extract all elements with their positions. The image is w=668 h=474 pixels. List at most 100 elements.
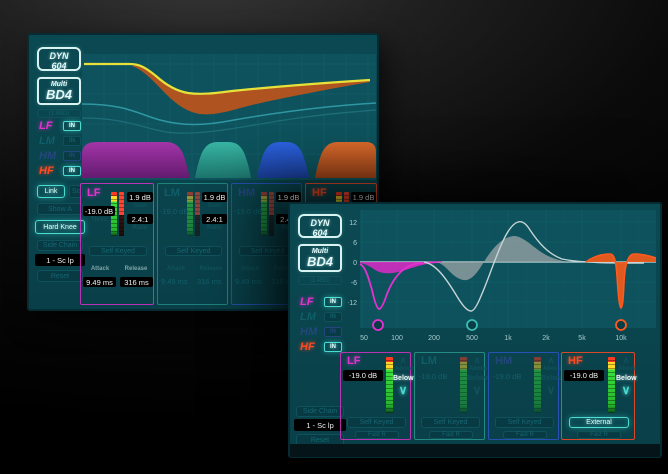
band-in-toggle-hm[interactable]: IN — [63, 151, 81, 161]
key-source-button[interactable]: Self Keyed — [165, 246, 222, 256]
above-label: Above — [618, 366, 634, 372]
fast-release-button[interactable]: Fast R — [577, 431, 621, 439]
below-label: Below — [541, 375, 561, 382]
key-source-button[interactable]: Self Keyed — [495, 417, 554, 428]
attack-label: Attack — [84, 266, 116, 272]
x-tick: 50 — [360, 335, 368, 342]
preset-display[interactable]: (1:4BD) — [37, 109, 81, 118]
band-label-hm: HM — [300, 327, 317, 338]
band-in-toggle-lm[interactable]: IN — [63, 136, 81, 146]
gr-meter — [119, 192, 124, 236]
band-in-toggle-lf[interactable]: IN — [324, 297, 342, 307]
band-in-toggle-hf[interactable]: IN — [63, 166, 81, 176]
below-label: Below — [616, 375, 636, 382]
band-label-hm: HM — [39, 151, 56, 162]
back-strip-lm: LM 1.9 dB Gain 2.4:1 Ratio -19.0 dB Self… — [157, 183, 228, 305]
gain-value[interactable]: 1.9 dB — [127, 192, 153, 202]
chevron-up-icon[interactable]: ∧ — [470, 356, 484, 365]
lf-band-handle[interactable] — [373, 320, 383, 330]
key-source-button[interactable]: Self Keyed — [421, 417, 480, 428]
sc-source-select[interactable]: 1 - Sc lp — [294, 419, 346, 431]
dyn604-logo: DYN 604 — [298, 214, 342, 238]
chevron-up-icon[interactable]: ∧ — [544, 356, 558, 365]
chevron-up-icon[interactable]: ∧ — [396, 356, 410, 365]
sc-source-select[interactable]: 1 - Sc lp — [35, 254, 85, 266]
link-button[interactable]: Link — [37, 185, 65, 198]
release-label: Release — [195, 266, 227, 272]
release-value[interactable]: 316 ms — [120, 277, 153, 287]
fast-release-button[interactable]: Fast R — [355, 431, 399, 439]
ratio-value[interactable]: 2.4:1 — [127, 214, 153, 224]
release-value[interactable]: 316 ms — [197, 277, 222, 286]
above-label: Above — [543, 366, 559, 372]
threshold-value[interactable]: -19.0 dB — [564, 370, 604, 381]
threshold-value[interactable]: -19.0 dB — [83, 206, 115, 216]
attack-value[interactable]: 9.49 ms — [161, 277, 188, 286]
chevron-down-icon[interactable]: ∨ — [619, 384, 633, 396]
level-meter — [534, 357, 541, 413]
chevron-down-icon[interactable]: ∨ — [544, 384, 558, 396]
back-strip-lf: LF 1.9 dB Gain 2.4:1 Ratio -19.0 dB Thre… — [80, 183, 154, 305]
preset-display[interactable]: (1:4BD) — [298, 276, 342, 285]
above-label: Above — [395, 366, 411, 372]
side-chain-button[interactable]: Side Chain — [296, 406, 344, 417]
show-a-button[interactable]: Show A — [37, 203, 83, 215]
level-meter — [460, 357, 467, 413]
threshold-value[interactable]: -19.0 dB — [493, 372, 521, 381]
x-tick: 5k — [578, 335, 586, 342]
band-in-toggle-hm[interactable]: IN — [324, 327, 342, 337]
side-chain-button[interactable]: Side Chain — [37, 240, 83, 251]
hf-band-handle[interactable] — [616, 320, 626, 330]
strip-name: HF — [312, 188, 327, 199]
below-label: Below — [467, 375, 487, 382]
x-tick: 100 — [391, 335, 403, 342]
attack-label: Attack — [160, 266, 192, 272]
x-tick: 500 — [466, 335, 478, 342]
key-source-button[interactable]: Self Keyed — [89, 246, 147, 256]
logo-line2: 604 — [39, 61, 79, 71]
y-tick: 0 — [353, 260, 357, 267]
dyn604-logo: DYN 604 — [37, 47, 81, 71]
threshold-value[interactable]: -19.0 dB — [419, 372, 447, 381]
strip-name: LM — [164, 188, 180, 199]
gain-value[interactable]: 1.9 dB — [351, 192, 376, 202]
strip-name: LM — [421, 356, 437, 367]
gain-value[interactable]: 1.9 dB — [202, 192, 227, 202]
chevron-down-icon[interactable]: ∨ — [470, 384, 484, 396]
reset-button[interactable]: Reset — [37, 270, 83, 282]
band-label-lm: LM — [300, 312, 316, 323]
gain-label: Gain — [127, 203, 153, 209]
strip-name: LF — [87, 188, 100, 199]
front-strip-hm: HM -19.0 dB ∧ Above Below ∨ Self Keyed F… — [488, 352, 559, 440]
attack-value[interactable]: 9.49 ms — [235, 277, 262, 286]
gr-meter — [269, 192, 274, 236]
mid-band-handle[interactable] — [467, 320, 477, 330]
ratio-value[interactable]: 2.4:1 — [202, 214, 227, 224]
fast-release-button[interactable]: Fast R — [429, 431, 473, 439]
key-source-button[interactable]: External — [569, 417, 629, 428]
band-shape-lf[interactable] — [82, 142, 190, 178]
chevron-down-icon[interactable]: ∨ — [396, 384, 410, 396]
hard-knee-button[interactable]: Hard Knee — [35, 220, 85, 234]
threshold-value[interactable]: -19.0 dB — [160, 207, 188, 216]
front-strip-hf: HF -19.0 dB ∧ Above Below ∨ External Fas… — [561, 352, 635, 440]
band-in-toggle-lf[interactable]: IN — [63, 121, 81, 131]
y-axis-labels: 12 6 0 -6 -12 — [348, 220, 357, 307]
band-in-toggle-hf[interactable]: IN — [324, 342, 342, 352]
band-in-toggle-lm[interactable]: IN — [324, 312, 342, 322]
y-tick: 12 — [349, 220, 357, 227]
threshold-value[interactable]: -19.0 dB — [343, 370, 383, 381]
fast-release-button[interactable]: Fast R — [503, 431, 547, 439]
release-label: Release — [120, 266, 152, 272]
threshold-value[interactable]: -19.0 dB — [234, 207, 262, 216]
key-source-button[interactable]: Self Keyed — [347, 417, 406, 428]
level-meter — [386, 357, 393, 413]
chevron-up-icon[interactable]: ∧ — [619, 356, 633, 365]
strip-name: HM — [238, 188, 255, 199]
gain-value[interactable]: 1.9 dB — [276, 192, 301, 202]
front-strip-lm: LM -19.0 dB ∧ Above Below ∨ Self Keyed F… — [414, 352, 485, 440]
ratio-label: Ratio — [127, 225, 153, 231]
logo-line2: 604 — [300, 228, 340, 238]
level-meter — [608, 357, 615, 413]
attack-value[interactable]: 9.49 ms — [83, 277, 116, 287]
